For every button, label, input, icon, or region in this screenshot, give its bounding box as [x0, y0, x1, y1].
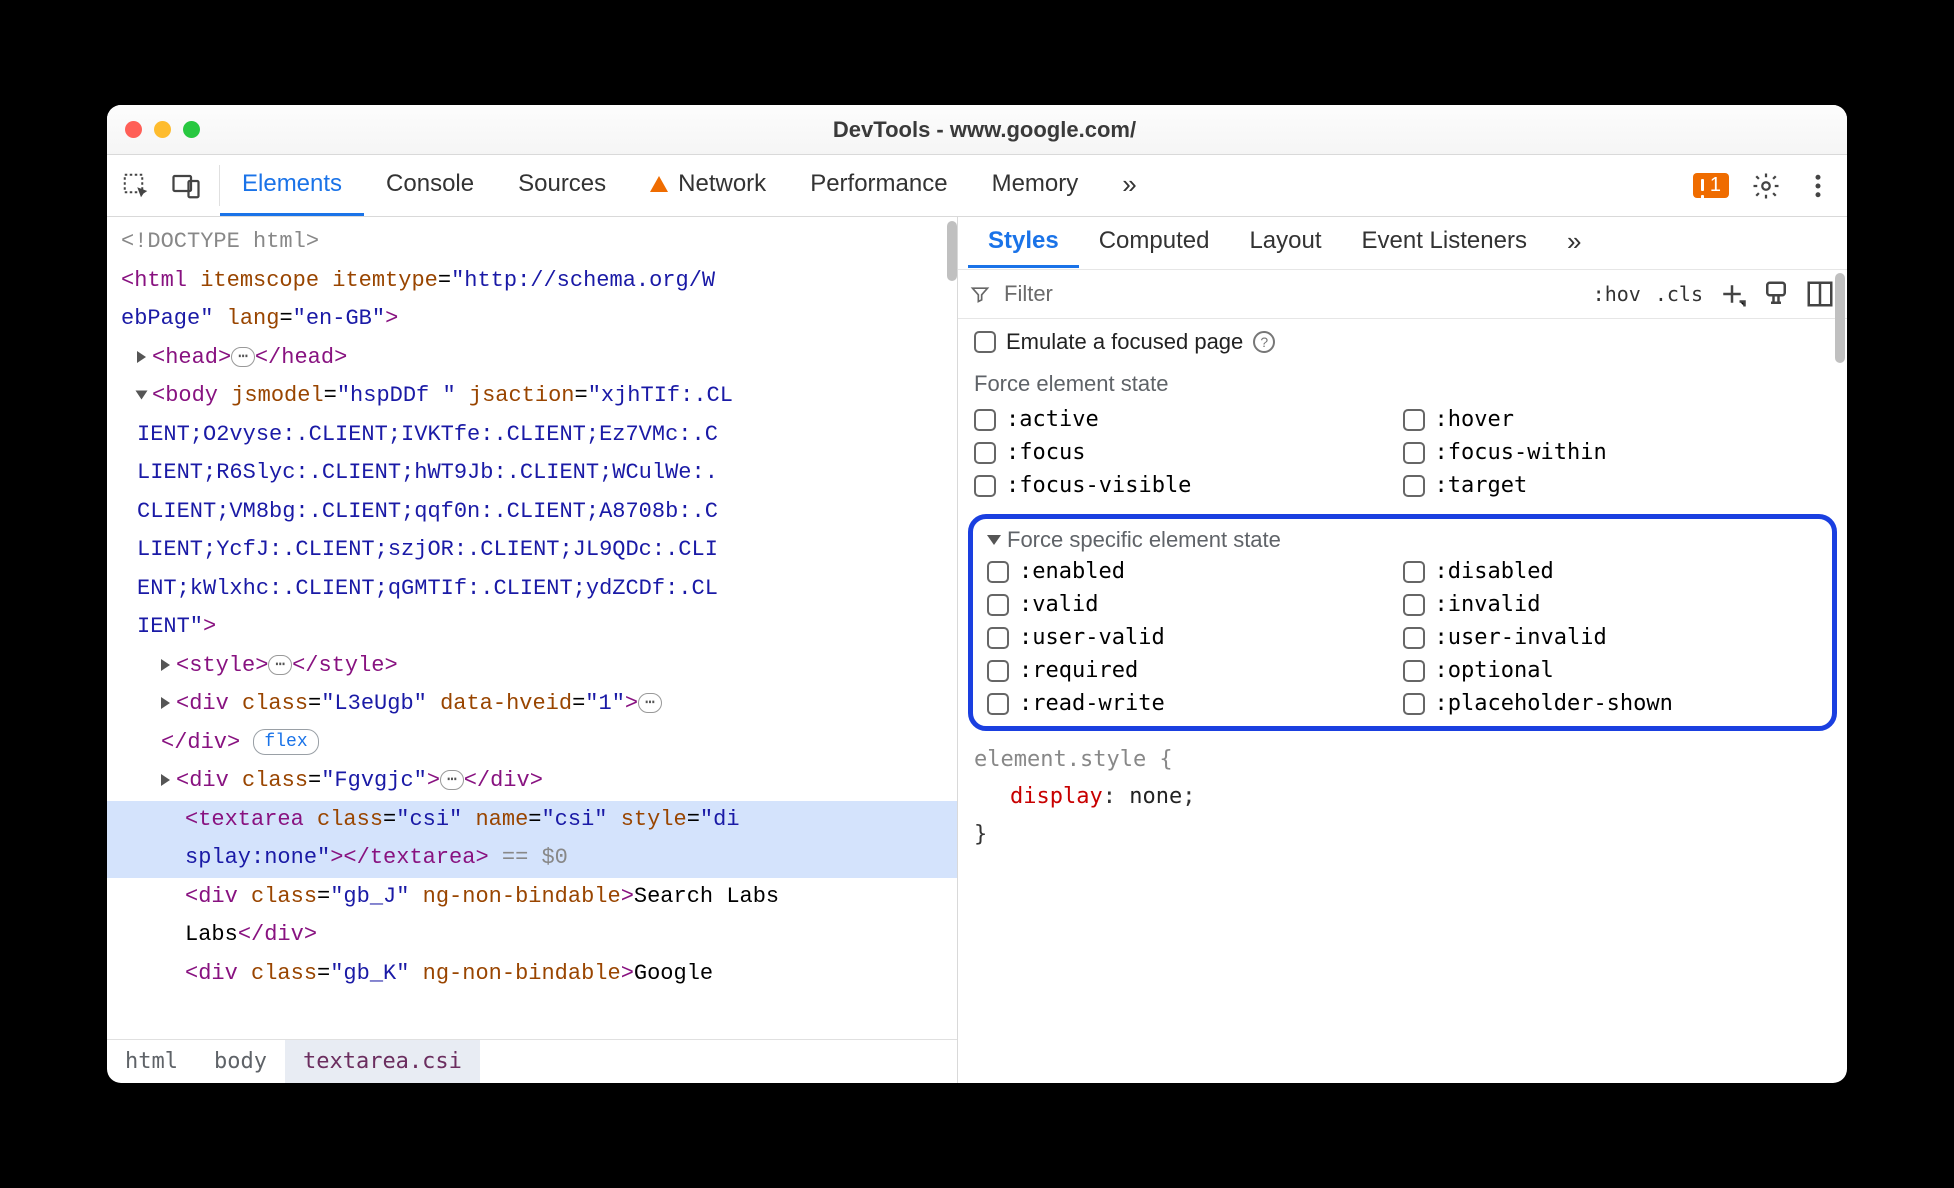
tab-elements[interactable]: Elements	[220, 155, 364, 216]
tab-styles[interactable]: Styles	[968, 217, 1079, 268]
dom-tree[interactable]: <!DOCTYPE html> <html itemscope itemtype…	[107, 217, 957, 1039]
state-required[interactable]: :required	[987, 658, 1403, 683]
styles-filter-row: Filter :hov .cls	[958, 269, 1847, 319]
breadcrumb-item-selected[interactable]: textarea.csi	[285, 1040, 480, 1083]
element-style-rule[interactable]: element.style { display: none; }	[958, 737, 1847, 857]
tab-event-listeners[interactable]: Event Listeners	[1342, 217, 1547, 268]
titlebar: DevTools - www.google.com/	[107, 105, 1847, 155]
tab-performance[interactable]: Performance	[788, 155, 969, 216]
elements-panel: <!DOCTYPE html> <html itemscope itemtype…	[107, 217, 957, 1083]
state-focus[interactable]: :focus	[974, 440, 1403, 465]
tab-network[interactable]: Network	[628, 155, 788, 216]
scrollbar[interactable]	[947, 221, 957, 281]
state-hover[interactable]: :hover	[1403, 407, 1832, 432]
device-toolbar-icon[interactable]	[171, 171, 201, 201]
state-enabled[interactable]: :enabled	[987, 559, 1403, 584]
selected-dom-node: ⋯<textarea class="csi" name="csi" style=…	[107, 801, 957, 840]
toggle-rendering-icon[interactable]	[1805, 279, 1835, 309]
main-content: <!DOCTYPE html> <html itemscope itemtype…	[107, 217, 1847, 1083]
settings-gear-icon[interactable]	[1751, 171, 1781, 201]
force-state-title: Force element state	[958, 365, 1847, 403]
state-valid[interactable]: :valid	[987, 592, 1403, 617]
state-disabled[interactable]: :disabled	[1403, 559, 1819, 584]
breadcrumb-item[interactable]: body	[196, 1040, 285, 1083]
collapse-icon	[987, 535, 1001, 545]
emulate-focused-checkbox[interactable]	[974, 331, 996, 353]
tab-console[interactable]: Console	[364, 155, 496, 216]
new-style-rule-icon[interactable]	[1717, 279, 1747, 309]
help-icon[interactable]: ?	[1253, 331, 1275, 353]
panel-tabs: Elements Console Sources Network Perform…	[220, 155, 1155, 216]
state-active[interactable]: :active	[974, 407, 1403, 432]
devtools-window: DevTools - www.google.com/ Elements Cons…	[107, 105, 1847, 1083]
emulate-focused-row: Emulate a focused page ?	[958, 319, 1847, 365]
state-focus-within[interactable]: :focus-within	[1403, 440, 1832, 465]
filter-icon	[970, 284, 990, 304]
cls-toggle[interactable]: .cls	[1655, 282, 1703, 306]
state-optional[interactable]: :optional	[1403, 658, 1819, 683]
scrollbar[interactable]	[1835, 273, 1845, 363]
styles-panel: Styles Computed Layout Event Listeners »…	[957, 217, 1847, 1083]
force-specific-state-box: Force specific element state :enabled :d…	[968, 514, 1837, 731]
tab-computed[interactable]: Computed	[1079, 217, 1230, 268]
kebab-menu-icon[interactable]	[1803, 171, 1833, 201]
breadcrumb-item[interactable]: html	[107, 1040, 196, 1083]
filter-input[interactable]: Filter	[970, 281, 1579, 307]
state-target[interactable]: :target	[1403, 473, 1832, 498]
tab-memory[interactable]: Memory	[970, 155, 1101, 216]
window-title: DevTools - www.google.com/	[140, 117, 1829, 143]
force-specific-title[interactable]: Force specific element state	[981, 527, 1824, 559]
main-toolbar: Elements Console Sources Network Perform…	[107, 155, 1847, 217]
copy-styles-icon[interactable]	[1761, 279, 1791, 309]
issues-badge[interactable]: 1	[1693, 173, 1729, 198]
inspect-element-icon[interactable]	[121, 171, 151, 201]
force-state-grid: :active :hover :focus :focus-within :foc…	[958, 403, 1847, 508]
tab-layout[interactable]: Layout	[1229, 217, 1341, 268]
state-placeholder-shown[interactable]: :placeholder-shown	[1403, 691, 1819, 716]
state-user-valid[interactable]: :user-valid	[987, 625, 1403, 650]
sidebar-tabs-more[interactable]: »	[1547, 217, 1597, 268]
tab-sources[interactable]: Sources	[496, 155, 628, 216]
hov-toggle[interactable]: :hov	[1593, 282, 1641, 306]
sidebar-tabs: Styles Computed Layout Event Listeners »	[958, 217, 1847, 269]
state-user-invalid[interactable]: :user-invalid	[1403, 625, 1819, 650]
state-focus-visible[interactable]: :focus-visible	[974, 473, 1403, 498]
tabs-more[interactable]: »	[1100, 155, 1154, 216]
state-read-write[interactable]: :read-write	[987, 691, 1403, 716]
breadcrumb: html body textarea.csi	[107, 1039, 957, 1083]
emulate-focused-label: Emulate a focused page	[1006, 329, 1243, 355]
state-invalid[interactable]: :invalid	[1403, 592, 1819, 617]
